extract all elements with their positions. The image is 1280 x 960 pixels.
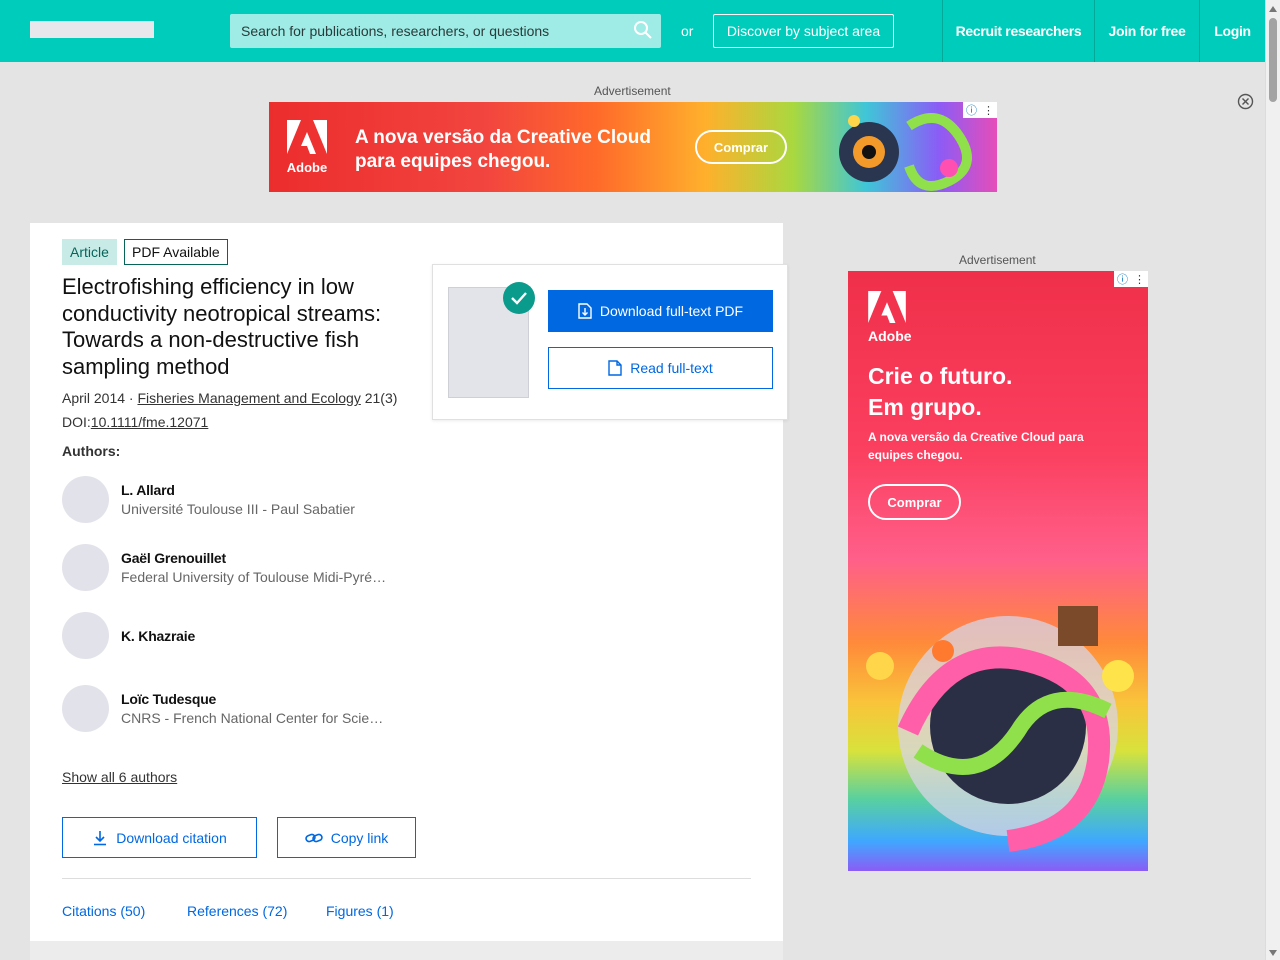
banner-artwork: [839, 113, 972, 191]
adobe-logo-icon: [868, 291, 906, 323]
adobe-logo: Adobe: [285, 120, 329, 176]
pdf-panel: Download full-text PDF Read full-text: [432, 264, 788, 420]
nav-recruit-researchers[interactable]: Recruit researchers: [942, 0, 1094, 62]
author-affiliation: Université Toulouse III - Paul Sabatier: [121, 501, 355, 517]
side-advertisement[interactable]: Adobe Crie o futuro. Em grupo. A nova ve…: [848, 271, 1148, 871]
avatar[interactable]: [62, 612, 109, 659]
ad-choices[interactable]: ⓘ ⋮: [963, 102, 997, 118]
scroll-thumb[interactable]: [1269, 18, 1277, 102]
download-citation-button[interactable]: Download citation: [62, 817, 257, 858]
search-icon[interactable]: [633, 20, 653, 40]
banner-buy-button[interactable]: Comprar: [695, 130, 787, 164]
adobe-logo: Adobe: [868, 291, 912, 344]
side-ad-artwork: [866, 606, 1134, 852]
tab-figures[interactable]: Figures (1): [326, 903, 394, 919]
adobe-brand-text: Adobe: [868, 328, 912, 344]
document-icon: [608, 360, 622, 376]
avatar[interactable]: [62, 544, 109, 591]
article-type-badge: Article: [62, 239, 117, 265]
author-affiliation: CNRS - French National Center for Scient…: [121, 710, 389, 726]
or-separator: or: [681, 23, 694, 39]
nav-login[interactable]: Login: [1199, 0, 1265, 62]
scroll-down-arrow-icon[interactable]: [1269, 950, 1277, 956]
ad-choices[interactable]: ⓘ ⋮: [1114, 271, 1148, 287]
publication-date: April 2014 ·: [62, 390, 138, 406]
advertisement-label: Advertisement: [594, 84, 671, 98]
tab-references[interactable]: References (72): [187, 903, 287, 919]
download-full-text-pdf-button[interactable]: Download full-text PDF: [548, 290, 773, 332]
authors-heading: Authors:: [62, 443, 121, 459]
publication-meta: April 2014 · Fisheries Management and Ec…: [62, 390, 397, 406]
section-divider: [62, 878, 751, 879]
close-ad-icon[interactable]: [1237, 93, 1254, 110]
discover-by-subject-button[interactable]: Discover by subject area: [713, 14, 894, 48]
side-ad-headline-line1: Crie o futuro.: [868, 363, 1013, 389]
author-item[interactable]: K. Khazraie: [62, 612, 402, 662]
banner-text-line2: para equipes chegou.: [355, 151, 551, 172]
adobe-brand-text: Adobe: [286, 160, 328, 175]
download-pdf-label: Download full-text PDF: [599, 303, 744, 319]
download-icon: [94, 830, 107, 845]
advertisement-label: Advertisement: [959, 253, 1036, 267]
author-name[interactable]: K. Khazraie: [121, 628, 195, 644]
card-footer-strip: [30, 941, 783, 960]
doi-line: DOI:10.1111/fme.12071: [62, 414, 208, 430]
author-item[interactable]: L. Allard Université Toulouse III - Paul…: [62, 476, 402, 526]
journal-link[interactable]: Fisheries Management and Ecology: [137, 390, 360, 406]
ad-info-icon[interactable]: ⓘ: [1117, 271, 1128, 287]
pdf-available-check-badge: [503, 282, 535, 314]
site-logo[interactable]: [30, 21, 154, 38]
author-name[interactable]: Loïc Tudesque: [121, 691, 216, 707]
download-citation-label: Download citation: [116, 829, 227, 846]
scroll-up-arrow-icon[interactable]: [1269, 6, 1277, 12]
doi-link[interactable]: 10.1111/fme.12071: [91, 414, 209, 430]
search-input[interactable]: Search for publications, researchers, or…: [241, 23, 549, 39]
author-name[interactable]: Gaël Grenouillet: [121, 550, 226, 566]
tab-citations[interactable]: Citations (50): [62, 903, 145, 919]
ad-menu-icon[interactable]: ⋮: [1134, 273, 1145, 286]
banner-advertisement[interactable]: Adobe A nova versão da Creative Cloud pa…: [269, 102, 997, 192]
banner-text-line1: A nova versão da Creative Cloud: [355, 127, 652, 148]
avatar[interactable]: [62, 476, 109, 523]
avatar[interactable]: [62, 685, 109, 732]
banner-text: A nova versão da Creative Cloud para equ…: [355, 126, 651, 174]
copy-link-label: Copy link: [330, 829, 389, 846]
read-full-text-label: Read full-text: [630, 360, 713, 376]
side-ad-subtext: A nova versão da Creative Cloud para equ…: [868, 430, 1084, 462]
ad-menu-icon[interactable]: ⋮: [983, 104, 994, 117]
read-full-text-button[interactable]: Read full-text: [548, 347, 773, 389]
doi-prefix: DOI:: [62, 414, 91, 430]
author-item[interactable]: Gaël Grenouillet Federal University of T…: [62, 544, 402, 594]
show-all-authors-link[interactable]: Show all 6 authors: [62, 769, 177, 785]
nav-join-for-free[interactable]: Join for free: [1094, 0, 1199, 62]
search-box[interactable]: Search for publications, researchers, or…: [230, 14, 661, 48]
top-navigation-bar: Search for publications, researchers, or…: [0, 0, 1265, 62]
author-name[interactable]: L. Allard: [121, 482, 175, 498]
page-scrollbar[interactable]: [1265, 0, 1280, 960]
adobe-logo-icon: [287, 120, 327, 154]
side-ad-headline-line2: Em grupo.: [868, 394, 982, 420]
copy-link-button[interactable]: Copy link: [277, 817, 416, 858]
journal-volume: 21(3): [360, 390, 398, 406]
side-ad-headline: Crie o futuro. Em grupo.: [868, 361, 1012, 423]
checkmark-icon: [511, 292, 527, 305]
side-ad-buy-button[interactable]: Comprar: [868, 484, 961, 520]
author-affiliation: Federal University of Toulouse Midi-Pyré…: [121, 569, 389, 585]
pdf-available-badge: PDF Available: [124, 239, 228, 265]
link-icon: [304, 833, 323, 842]
ad-info-icon[interactable]: ⓘ: [966, 102, 977, 118]
article-title: Electrofishing efficiency in low conduct…: [62, 274, 382, 379]
pdf-download-icon: [578, 303, 592, 319]
author-item[interactable]: Loïc Tudesque CNRS - French National Cen…: [62, 685, 402, 735]
